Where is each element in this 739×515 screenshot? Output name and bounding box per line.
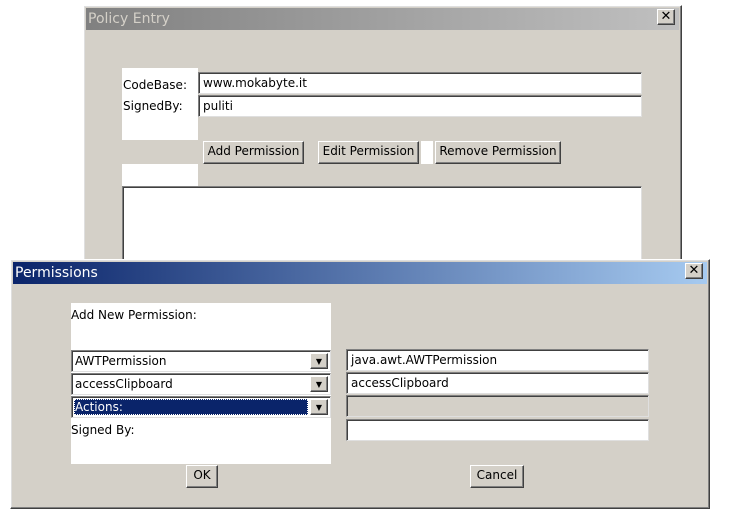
ok-button[interactable]: OK <box>186 465 218 488</box>
codebase-input[interactable]: www.mokabyte.it <box>198 72 642 94</box>
cancel-button[interactable]: Cancel <box>470 465 524 488</box>
chevron-down-icon[interactable]: ▼ <box>310 376 328 392</box>
signed-by-label: Signed By: <box>71 423 135 437</box>
target-name-input[interactable]: accessClipboard <box>346 372 649 394</box>
policy-spacer-panel <box>122 164 198 186</box>
chevron-down-icon[interactable]: ▼ <box>310 353 328 369</box>
policy-entry-window: Policy Entry ✕ CodeBase: www.mokabyte.it… <box>83 5 682 275</box>
add-permission-button[interactable]: Add Permission <box>203 141 304 164</box>
permissions-title: Permissions <box>15 265 98 281</box>
signedby-label: SignedBy: <box>123 99 183 113</box>
signed-by-input[interactable] <box>346 419 649 441</box>
actions-dropdown[interactable]: Actions: ▼ <box>71 396 331 418</box>
permission-type-value: AWTPermission <box>75 354 167 368</box>
actions-input <box>346 395 649 417</box>
permission-class-input[interactable]: java.awt.AWTPermission <box>346 349 649 371</box>
chevron-down-icon[interactable]: ▼ <box>310 399 328 415</box>
target-name-value: accessClipboard <box>75 377 173 391</box>
remove-permission-button[interactable]: Remove Permission <box>435 141 561 164</box>
policy-entry-title: Policy Entry <box>88 11 170 27</box>
edit-permission-button[interactable]: Edit Permission <box>318 141 419 164</box>
permissions-titlebar[interactable]: Permissions <box>13 262 707 284</box>
permissions-close-icon[interactable]: ✕ <box>685 263 703 279</box>
policy-button-gap <box>421 141 433 164</box>
policy-entry-titlebar[interactable]: Policy Entry <box>86 8 679 30</box>
signedby-input[interactable]: puliti <box>198 95 642 117</box>
target-name-dropdown[interactable]: accessClipboard ▼ <box>71 373 331 395</box>
permissions-dialog: Permissions ✕ Add New Permission: AWTPer… <box>10 259 710 509</box>
codebase-label: CodeBase: <box>123 78 187 92</box>
permission-type-dropdown[interactable]: AWTPermission ▼ <box>71 350 331 372</box>
policy-entry-close-icon[interactable]: ✕ <box>657 9 675 25</box>
add-new-permission-heading: Add New Permission: <box>71 308 197 322</box>
actions-value: Actions: <box>74 399 308 415</box>
